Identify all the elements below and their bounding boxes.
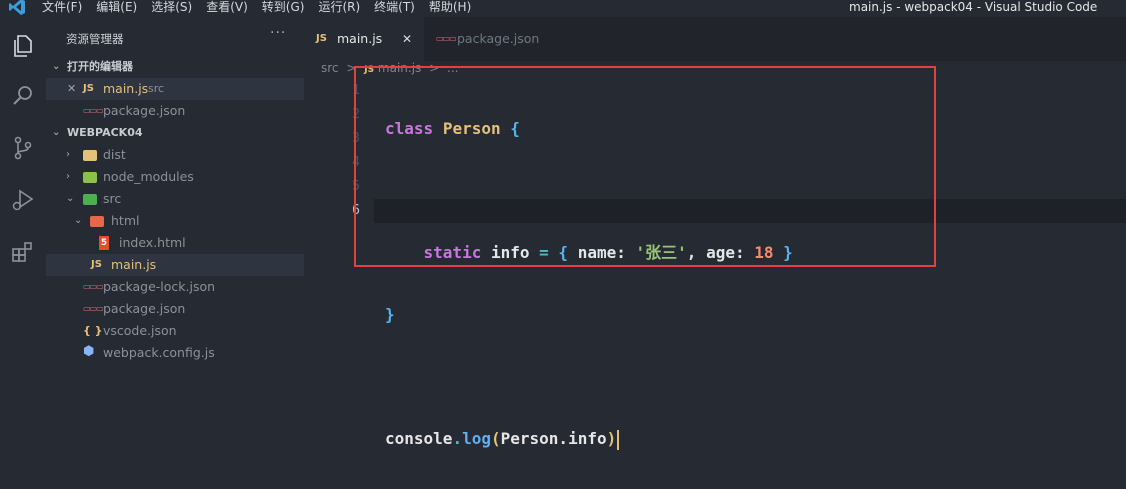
chevron-down-icon: ⌄: [66, 193, 75, 204]
chevron-right-icon: ›: [66, 149, 70, 160]
chevron-right-icon: ›: [66, 171, 70, 182]
activity-bar: [0, 17, 46, 453]
tree-item-package-json[interactable]: ▭▭▭ package.json: [46, 298, 304, 320]
menu-view[interactable]: 查看(V): [206, 0, 248, 14]
code-line-6: console.log(Person.info): [385, 427, 793, 451]
open-editors-header[interactable]: ⌄ 打开的编辑器: [46, 57, 304, 77]
tree-item-vscode-json[interactable]: { } vscode.json: [46, 320, 304, 342]
chevron-down-icon: ⌄: [52, 127, 61, 138]
menu-selection[interactable]: 选择(S): [151, 0, 192, 14]
tab-main-js[interactable]: JS main.js ✕: [304, 17, 424, 61]
tab-bar: JS main.js ✕ ▭▭▭ package.json: [304, 17, 1126, 61]
tree-item-webpack-config-js[interactable]: ⬢ webpack.config.js: [46, 342, 304, 364]
sidebar-title: 资源管理器: [66, 32, 124, 46]
tree-item-node-modules[interactable]: › node_modules: [46, 166, 304, 188]
text-cursor: [617, 429, 620, 450]
braces-icon: { }: [83, 324, 103, 337]
explorer-sidebar: 资源管理器 ··· ⌄ 打开的编辑器 ✕ JS main.js src ▭▭▭ …: [46, 17, 304, 453]
code-line-4: }: [385, 305, 395, 324]
window-title: main.js - webpack04 - Visual Studio Code: [849, 0, 1098, 14]
tree-item-src[interactable]: ⌄ src: [46, 188, 304, 210]
title-bar: 文件(F) 编辑(E) 选择(S) 查看(V) 转到(G) 运行(R) 终端(T…: [0, 0, 1126, 17]
source-control-icon[interactable]: [10, 135, 36, 161]
close-icon[interactable]: ✕: [67, 78, 76, 100]
js-file-icon: JS: [83, 83, 94, 94]
js-file-icon: JS: [91, 259, 102, 270]
chevron-down-icon: ⌄: [74, 215, 83, 226]
tab-package-json[interactable]: ▭▭▭ package.json: [424, 17, 554, 61]
menu-help[interactable]: 帮助(H): [429, 0, 471, 14]
json-file-icon: ▭▭▭: [83, 304, 104, 313]
tree-item-html[interactable]: ⌄ html: [46, 210, 304, 232]
node-folder-icon: [83, 172, 97, 183]
explorer-icon[interactable]: [10, 33, 36, 59]
tree-item-index-html[interactable]: 5 index.html: [46, 232, 304, 254]
menu-edit[interactable]: 编辑(E): [96, 0, 137, 14]
menu-file[interactable]: 文件(F): [42, 0, 82, 14]
open-editor-hint: src: [148, 82, 165, 95]
close-icon[interactable]: ✕: [402, 17, 412, 61]
tree-item-dist[interactable]: › dist: [46, 144, 304, 166]
tree-item-main-js[interactable]: JS main.js: [46, 254, 304, 276]
menu-bar: 文件(F) 编辑(E) 选择(S) 查看(V) 转到(G) 运行(R) 终端(T…: [42, 0, 485, 14]
more-actions-icon[interactable]: ···: [270, 25, 286, 41]
menu-run[interactable]: 运行(R): [318, 0, 360, 14]
menu-terminal[interactable]: 终端(T): [374, 0, 415, 14]
webpack-icon: ⬢: [83, 344, 95, 359]
open-editor-label: main.js: [103, 81, 149, 96]
search-icon[interactable]: [10, 83, 36, 109]
breadcrumb-folder[interactable]: src: [321, 61, 339, 75]
highlight-box: [354, 66, 936, 267]
folder-icon: [83, 150, 97, 161]
html5-icon: 5: [99, 236, 109, 250]
open-editor-main-js[interactable]: ✕ JS main.js src: [46, 78, 304, 100]
extensions-icon[interactable]: [10, 239, 36, 265]
js-file-icon: JS: [316, 33, 327, 44]
chevron-down-icon: ⌄: [52, 61, 61, 72]
tab-label: main.js: [337, 31, 383, 46]
src-folder-icon: [83, 194, 97, 205]
open-editor-label: package.json: [103, 103, 186, 118]
json-file-icon: ▭▭▭: [436, 34, 457, 43]
menu-go[interactable]: 转到(G): [262, 0, 305, 14]
vscode-logo-icon[interactable]: [8, 0, 26, 17]
json-file-icon: ▭▭▭: [83, 106, 104, 115]
run-debug-icon[interactable]: [10, 187, 36, 213]
json-file-icon: ▭▭▭: [83, 282, 104, 291]
html-folder-icon: [90, 216, 104, 227]
tree-item-package-lock-json[interactable]: ▭▭▭ package-lock.json: [46, 276, 304, 298]
tab-label: package.json: [457, 31, 540, 46]
project-header[interactable]: ⌄ WEBPACK04: [46, 123, 304, 143]
open-editor-package-json[interactable]: ▭▭▭ package.json: [46, 100, 304, 122]
